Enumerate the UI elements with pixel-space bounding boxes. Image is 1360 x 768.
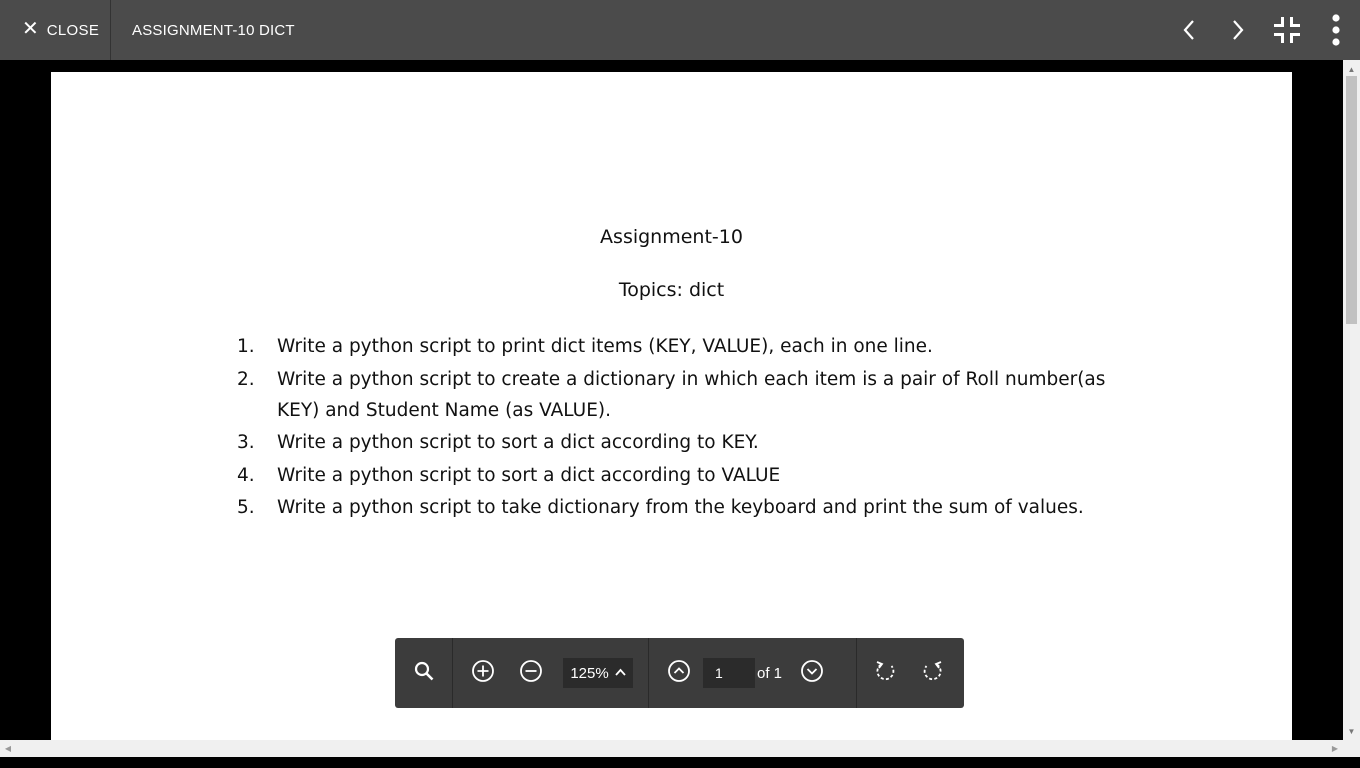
close-icon: ✕ [22,18,39,40]
top-actions [1164,0,1360,60]
page-total-label: of 1 [757,664,783,682]
close-button[interactable]: ✕ CLOSE [0,0,111,60]
list-item-number: 1. [237,336,255,357]
chevron-right-icon[interactable] [1213,0,1262,60]
chevron-up-icon [615,667,626,679]
top-bar: ✕ CLOSE ASSIGNMENT-10 DICT [0,0,1360,60]
question-list: 1. Write a python script to print dict i… [237,331,1117,525]
scroll-left-icon[interactable]: ◀ [2,740,14,757]
more-vert-icon[interactable] [1311,0,1360,60]
rotate-right-icon [921,659,945,688]
list-item: 3. Write a python script to sort a dict … [237,427,1117,458]
list-item-text: Write a python script to take dictionary… [277,497,1084,518]
zoom-out-icon [519,659,543,688]
page-up-icon [667,659,691,688]
next-page-button[interactable] [788,649,836,697]
zoom-group: 125% [453,638,649,708]
list-item-number: 4. [237,464,255,486]
list-item-text: Write a python script to sort a dict acc… [277,464,781,486]
page-subheading: Topics: dict [618,279,725,301]
rotate-left-button[interactable] [861,649,909,697]
page-nav-group: of 1 [649,638,857,708]
rotate-right-button[interactable] [909,649,957,697]
zoom-select[interactable]: 125% [563,658,633,688]
list-item-text: Write a python script to create a dictio… [277,368,1106,421]
list-item-number: 3. [237,432,255,453]
horizontal-scrollbar[interactable]: ◀ ▶ [0,740,1343,757]
document-title: ASSIGNMENT-10 DICT [132,21,295,39]
vertical-scroll-thumb[interactable] [1346,76,1357,324]
page-number-input[interactable] [703,658,755,688]
zoom-value: 125% [570,664,609,682]
scroll-up-icon[interactable]: ▲ [1343,63,1360,75]
list-item: 2. Write a python script to create a dic… [237,364,1117,426]
search-group [395,638,453,708]
search-icon [414,661,434,686]
list-item-number: 5. [237,497,255,518]
scroll-right-icon[interactable]: ▶ [1329,740,1341,757]
list-item-text: Write a python script to print dict item… [277,336,933,357]
list-item: 1. Write a python script to print dict i… [237,331,1117,362]
scrollbar-corner [1343,740,1360,757]
close-label: CLOSE [46,21,100,39]
list-item: 5. Write a python script to take diction… [237,492,1117,523]
chevron-left-icon[interactable] [1164,0,1213,60]
exit-fullscreen-icon[interactable] [1262,0,1311,60]
zoom-in-icon [471,659,495,688]
viewer-toolbar: 125% of 1 [395,638,964,708]
scroll-down-icon[interactable]: ▼ [1343,725,1360,737]
list-item-text: Write a python script to sort a dict acc… [277,432,759,453]
vertical-scrollbar[interactable]: ▲ ▼ [1343,60,1360,740]
rotate-group [857,638,962,708]
list-item-number: 2. [237,368,255,390]
page-heading: Assignment-10 [600,226,743,248]
list-item: 4. Write a python script to sort a dict … [237,460,1117,491]
search-button[interactable] [400,649,448,697]
previous-page-button[interactable] [655,649,703,697]
rotate-left-icon [873,659,897,688]
zoom-in-button[interactable] [459,649,507,697]
zoom-out-button[interactable] [507,649,555,697]
page-down-icon [800,659,824,688]
